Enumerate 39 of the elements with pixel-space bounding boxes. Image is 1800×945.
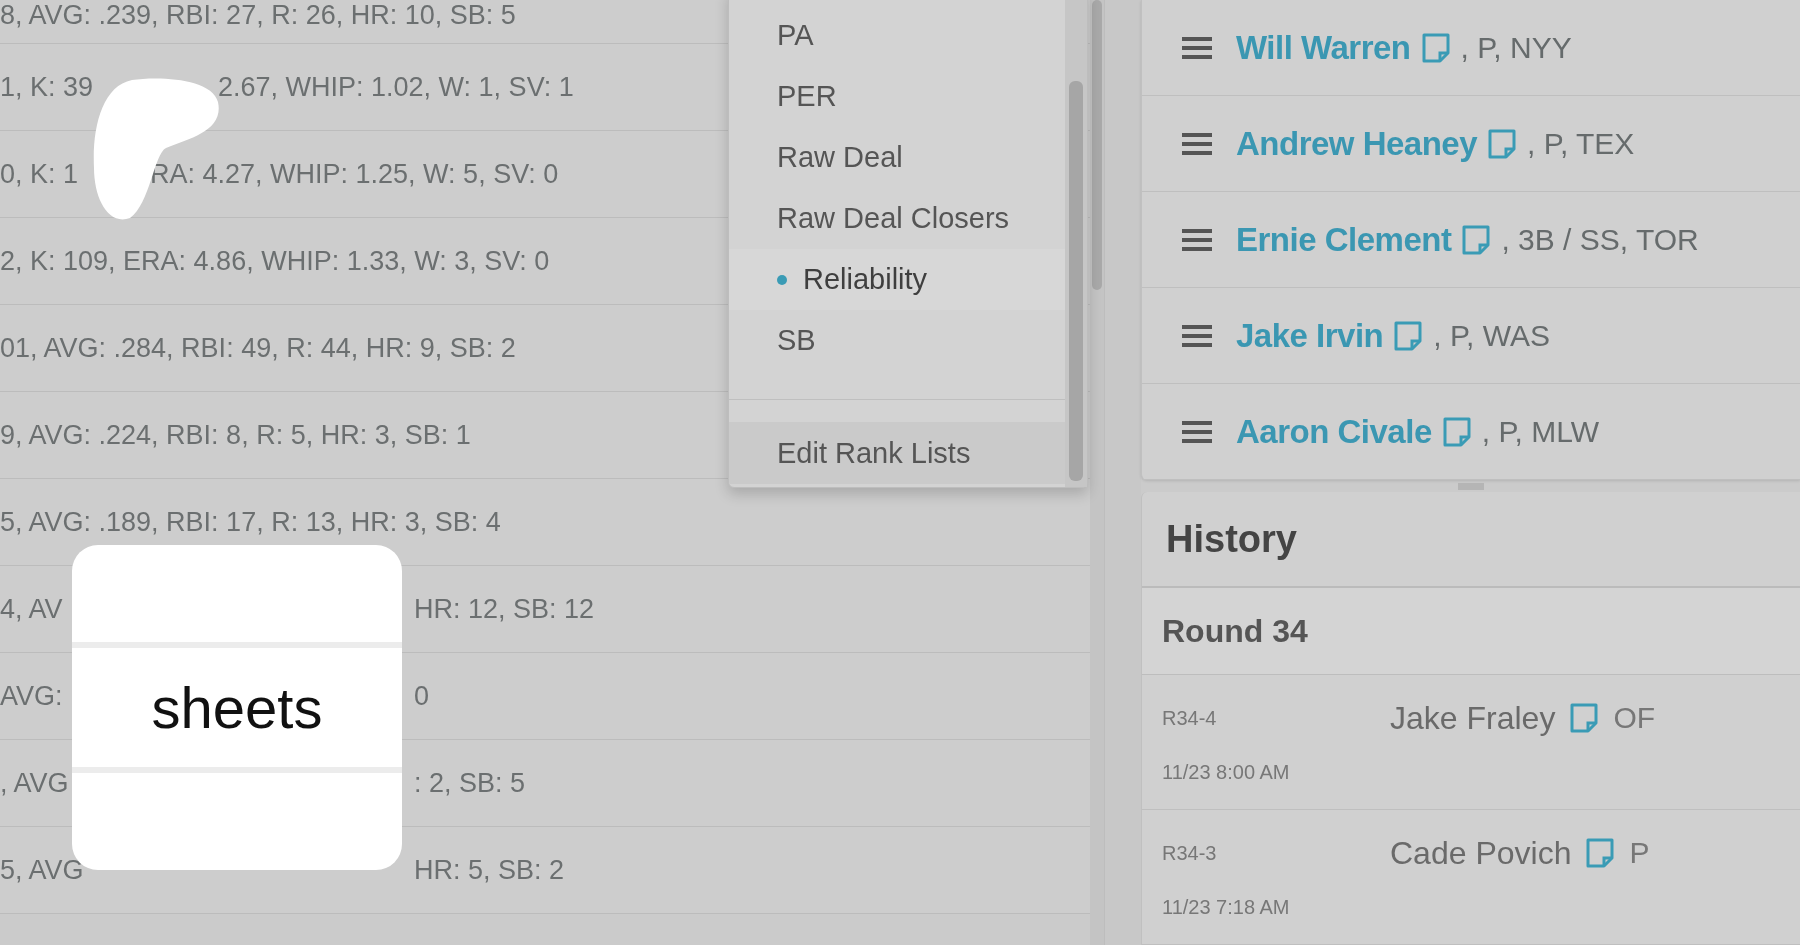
stat-line: 0 bbox=[414, 680, 430, 712]
pick-time: 11/23 7:18 AM bbox=[1162, 896, 1291, 920]
pick-number: R34-3 bbox=[1162, 841, 1218, 865]
stat-line: 8, AVG: .239, RBI: 27, R: 26, HR: 10, SB: 5 bbox=[0, 0, 516, 31]
menu-item[interactable]: PER bbox=[729, 66, 1065, 127]
stat-line: 4, AV bbox=[0, 593, 63, 625]
player-details: , P, NYY bbox=[1460, 30, 1572, 65]
player-position: P bbox=[1629, 836, 1650, 870]
stat-line: 1, K: 39 bbox=[0, 71, 94, 103]
stat-line: 01, AVG: .284, RBI: 49, R: 44, HR: 9, SB: 2 bbox=[0, 332, 516, 364]
pick-number: R34-4 bbox=[1162, 706, 1218, 730]
stat-line: 5, AVG bbox=[0, 854, 84, 886]
menu-item[interactable]: PA bbox=[729, 5, 1065, 66]
card-label: sheets bbox=[150, 674, 324, 742]
player-details: , P, WAS bbox=[1433, 318, 1550, 353]
stat-line: 2, K: 109, ERA: 4.86, WHIP: 1.33, W: 3, SV: 0 bbox=[0, 245, 550, 277]
menu-item[interactable]: SB bbox=[729, 310, 1065, 371]
edit-rank-lists-item[interactable]: Edit Rank Lists bbox=[729, 422, 1065, 484]
menu-item[interactable]: Raw Deal Closers bbox=[729, 188, 1065, 249]
stat-line: HR: 5, SB: 2 bbox=[414, 854, 565, 886]
history-title: History bbox=[1166, 517, 1297, 561]
stat-line: AVG: bbox=[0, 680, 63, 712]
stat-line: 5, AVG: .189, RBI: 17, R: 13, HR: 3, SB: 4 bbox=[0, 506, 501, 538]
stat-line: : 2, SB: 5 bbox=[414, 767, 526, 799]
stat-line: , AVG bbox=[0, 767, 69, 799]
player-position: OF bbox=[1613, 701, 1656, 735]
stat-line: 2.67, WHIP: 1.02, W: 1, SV: 1 bbox=[218, 71, 574, 103]
menu-item[interactable]: Reliability bbox=[729, 249, 1065, 310]
round-label: Round 34 bbox=[1162, 612, 1308, 650]
stat-line: 0, K: 1 bbox=[0, 158, 79, 190]
pick-time: 11/23 8:00 AM bbox=[1162, 761, 1291, 785]
stat-line: 9, AVG: .224, RBI: 8, R: 5, HR: 3, SB: 1 bbox=[0, 419, 471, 451]
player-name: Jake Fraley bbox=[1390, 699, 1556, 737]
player-details: , P, MLW bbox=[1481, 414, 1599, 449]
menu-item[interactable]: Raw Deal bbox=[729, 127, 1065, 188]
stat-line: HR: 12, SB: 12 bbox=[414, 593, 595, 625]
player-name: Cade Povich bbox=[1390, 834, 1572, 872]
player-details: , P, TEX bbox=[1527, 126, 1635, 161]
player-details: , 3B / SS, TOR bbox=[1501, 222, 1699, 257]
